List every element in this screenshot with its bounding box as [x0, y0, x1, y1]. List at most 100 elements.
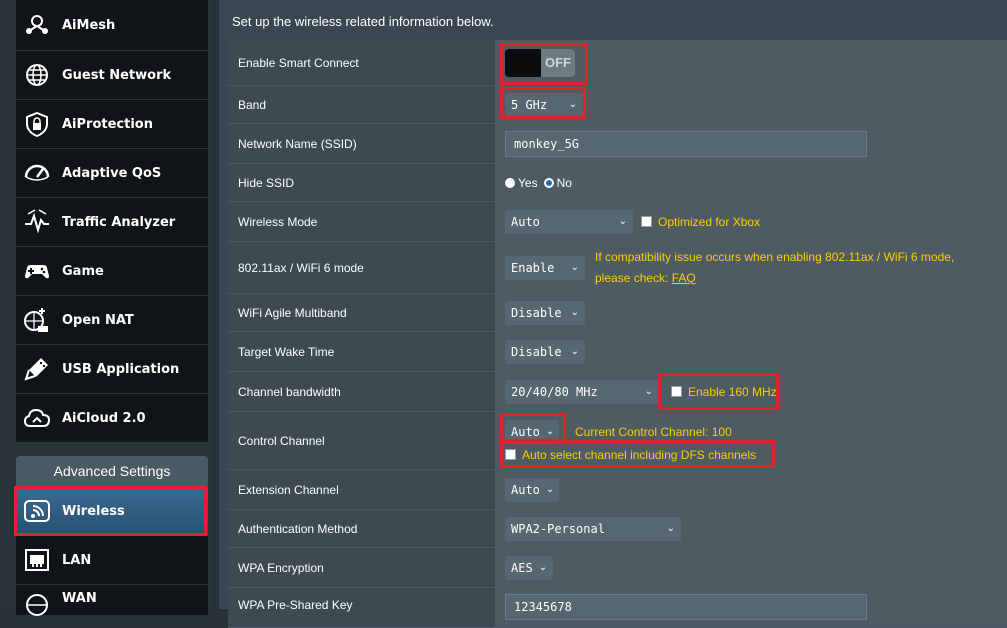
sidebar-item-label: AiProtection	[62, 116, 153, 132]
sidebar-item-open-nat[interactable]: Open NAT	[16, 296, 208, 344]
toggle-knob	[505, 48, 541, 77]
row-value: monkey_5G	[495, 124, 1007, 163]
hide-ssid-no-radio[interactable]	[543, 177, 554, 188]
extension-value: Auto	[511, 482, 540, 497]
row-value: Auto ⌄	[495, 470, 1007, 509]
chevron-down-icon: ⌄	[570, 307, 579, 318]
row-value: Enable ⌄ If compatibility issue occurs wh…	[495, 242, 1007, 293]
row-label: Band	[228, 86, 495, 123]
row-label: Network Name (SSID)	[228, 124, 495, 163]
gamepad-icon	[22, 256, 52, 286]
shield-lock-icon	[22, 109, 52, 139]
smart-connect-toggle[interactable]: OFF	[505, 48, 575, 77]
row-value: Auto ⌄ Current Control Channel: 100 Auto …	[495, 412, 1007, 469]
row-value: 20/40/80 MHz ⌄ Enable 160 MHz	[495, 372, 1007, 411]
row-band: Band 5 GHz ⌄	[228, 86, 1007, 124]
row-label: Channel bandwidth	[228, 372, 495, 411]
page-intro: Set up the wireless related information …	[232, 14, 494, 29]
ax-note-line2: please check:	[595, 270, 669, 285]
row-label: WPA Encryption	[228, 548, 495, 587]
chevron-down-icon: ⌄	[545, 426, 555, 437]
chevron-down-icon: ⌄	[618, 216, 627, 227]
sidebar-item-label: Game	[62, 263, 104, 279]
sidebar-item-game[interactable]: Game	[16, 247, 208, 295]
row-label: WPA Pre-Shared Key	[228, 588, 495, 627]
chevron-down-icon: ⌄	[568, 99, 577, 110]
hide-ssid-yes-radio[interactable]	[505, 177, 515, 188]
row-extension-channel: Extension Channel Auto ⌄	[228, 470, 1007, 510]
xbox-checkbox[interactable]	[641, 216, 652, 227]
enable-160mhz-checkbox[interactable]	[671, 386, 682, 397]
control-channel-select[interactable]: Auto ⌄	[505, 419, 559, 444]
row-control-channel: Control Channel Auto ⌄ Current Control Ch…	[228, 412, 1007, 470]
extension-channel-select[interactable]: Auto ⌄	[505, 477, 559, 502]
psk-input[interactable]: 12345678	[505, 594, 867, 620]
row-value: Disable ⌄	[495, 294, 1007, 331]
bandwidth-select[interactable]: 20/40/80 MHz ⌄	[505, 379, 659, 404]
traffic-icon	[22, 207, 52, 237]
ssid-input[interactable]: monkey_5G	[505, 130, 867, 157]
twt-select[interactable]: Disable ⌄	[505, 339, 585, 364]
row-agile-multiband: WiFi Agile Multiband Disable ⌄	[228, 294, 1007, 332]
sidebar-item-label: Adaptive QoS	[62, 165, 162, 181]
sidebar-item-aicloud[interactable]: AiCloud 2.0	[16, 394, 208, 442]
agile-multiband-select[interactable]: Disable ⌄	[505, 300, 585, 325]
sidebar: AiMesh Guest Network AiProtection Adapti…	[0, 0, 212, 616]
sidebar-item-lan[interactable]: LAN	[16, 536, 208, 584]
encryption-select[interactable]: AES ⌄	[505, 555, 553, 580]
chevron-down-icon: ⌄	[644, 386, 653, 397]
sidebar-item-wireless[interactable]: Wireless	[16, 487, 208, 535]
wireless-mode-select[interactable]: Auto ⌄	[505, 209, 633, 234]
sidebar-item-wan[interactable]: WAN	[16, 585, 208, 616]
agile-value: Disable	[511, 305, 562, 320]
current-channel-text: Current Control Channel: 100	[575, 424, 732, 439]
control-channel-value: Auto	[511, 424, 540, 439]
row-value: WPA2-Personal ⌄	[495, 510, 1007, 547]
row-ssid: Network Name (SSID) monkey_5G	[228, 124, 1007, 164]
control-channel-line: Auto ⌄ Current Control Channel: 100	[505, 419, 732, 444]
wireless-settings-form: Enable Smart Connect OFF Band 5 GHz ⌄ Net…	[228, 40, 1007, 628]
sidebar-item-aiprotection[interactable]: AiProtection	[16, 100, 208, 148]
nav-list: AiMesh Guest Network AiProtection Adapti…	[16, 0, 208, 443]
sidebar-item-label: AiCloud 2.0	[62, 410, 146, 426]
row-value: Yes No	[495, 164, 1007, 201]
row-target-wake-time: Target Wake Time Disable ⌄	[228, 332, 1007, 372]
sidebar-item-label: Open NAT	[62, 312, 134, 328]
sidebar-item-adaptive-qos[interactable]: Adaptive QoS	[16, 149, 208, 197]
wifi-icon	[22, 496, 52, 526]
sidebar-item-guest-network[interactable]: Guest Network	[16, 51, 208, 99]
dfs-checkbox[interactable]	[505, 449, 516, 460]
sidebar-item-label: Wireless	[62, 503, 125, 519]
row-label: Control Channel	[228, 412, 495, 469]
twt-value: Disable	[511, 344, 562, 359]
chevron-down-icon: ⌄	[570, 346, 579, 357]
dfs-line: Auto select channel including DFS channe…	[505, 448, 756, 462]
row-label: 802.11ax / WiFi 6 mode	[228, 242, 495, 293]
cloud-icon	[22, 403, 52, 433]
chevron-down-icon: ⌄	[666, 523, 675, 534]
sidebar-item-traffic-analyzer[interactable]: Traffic Analyzer	[16, 198, 208, 246]
sidebar-item-usb-application[interactable]: USB Application	[16, 345, 208, 393]
ax-mode-select[interactable]: Enable ⌄	[505, 255, 585, 280]
globe-icon	[22, 591, 52, 616]
row-smart-connect: Enable Smart Connect OFF	[228, 40, 1007, 86]
row-label: Hide SSID	[228, 164, 495, 201]
auth-method-select[interactable]: WPA2-Personal ⌄	[505, 516, 681, 541]
faq-link[interactable]: FAQ	[672, 271, 696, 285]
ax-note-line2-wrap: please check: FAQ	[595, 268, 954, 289]
row-psk: WPA Pre-Shared Key 12345678	[228, 588, 1007, 628]
encryption-value: AES	[511, 560, 533, 575]
row-label: Extension Channel	[228, 470, 495, 509]
row-authentication: Authentication Method WPA2-Personal ⌄	[228, 510, 1007, 548]
row-value: 5 GHz ⌄	[495, 86, 1007, 123]
ax-note-line1: If compatibility issue occurs when enabl…	[595, 249, 955, 264]
band-select[interactable]: 5 GHz ⌄	[505, 92, 583, 117]
row-value: Disable ⌄	[495, 332, 1007, 371]
row-value: 12345678	[495, 588, 1007, 627]
aimesh-icon	[22, 10, 52, 40]
row-label: Wireless Mode	[228, 202, 495, 241]
sidebar-item-aimesh[interactable]: AiMesh	[16, 0, 208, 50]
open-nat-icon	[22, 305, 52, 335]
chevron-down-icon: ⌄	[545, 484, 555, 495]
sidebar-item-label: Guest Network	[62, 67, 172, 83]
